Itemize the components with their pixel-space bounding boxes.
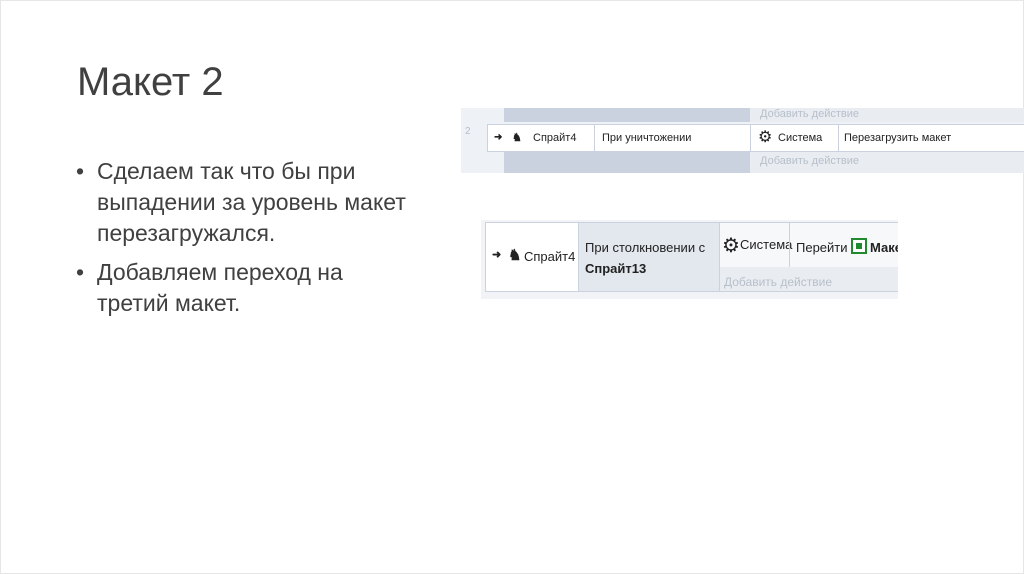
- action-target[interactable]: Макет: [870, 240, 898, 255]
- event-row[interactable]: ➜ ♞ Спрайт4 При столкновении с Спрайт13 …: [485, 222, 898, 292]
- column-divider: [838, 125, 839, 151]
- event-sheet-screenshot-1: Добавить действие 2 ➜ ♞ Спрайт4 При унич…: [461, 108, 1024, 173]
- add-action-link-top[interactable]: Добавить действие: [760, 108, 859, 120]
- event-band-bottom: [504, 152, 750, 173]
- bullet-dot: •: [76, 259, 85, 285]
- column-divider: [719, 223, 720, 291]
- slide-title: Макет 2: [77, 60, 224, 104]
- gear-icon: ⚙: [722, 235, 740, 257]
- sprite-icon: ♞: [508, 247, 522, 264]
- gear-icon: ⚙: [758, 129, 773, 146]
- bullet-item: • Добавляем переход на третий макет.: [76, 257, 416, 319]
- column-divider: [789, 223, 790, 267]
- object-name: Спрайт4: [533, 132, 577, 144]
- layout-icon: [851, 237, 867, 254]
- bullet-item: • Сделаем так что бы при выпадении за ур…: [76, 156, 416, 249]
- system-label: Система: [740, 237, 793, 252]
- column-divider: [578, 223, 579, 291]
- event-row-number: 2: [465, 126, 471, 137]
- action-prefix[interactable]: Перейти к: [796, 240, 857, 255]
- condition-text[interactable]: При уничтожении: [602, 125, 691, 151]
- bullet-text: Сделаем так что бы при выпадении за уров…: [97, 158, 406, 246]
- event-arrow-icon: ➜: [492, 249, 502, 261]
- column-divider: [750, 125, 751, 151]
- action-text[interactable]: Перезагрузить макет: [844, 125, 951, 151]
- add-action-link-bottom[interactable]: Добавить действие: [760, 155, 859, 167]
- condition-panel: [578, 223, 719, 291]
- event-arrow-icon: ➜: [494, 132, 503, 143]
- sprite-icon: ♞: [512, 132, 522, 144]
- bullet-text: Добавляем переход на третий макет.: [97, 259, 343, 316]
- condition-object[interactable]: Спрайт13: [585, 261, 646, 276]
- system-label: Система: [778, 132, 823, 144]
- event-row[interactable]: ➜ ♞ Спрайт4 При уничтожении ⚙ Система Пе…: [487, 124, 1024, 152]
- bullet-list: • Сделаем так что бы при выпадении за ур…: [76, 156, 416, 327]
- column-divider: [594, 125, 595, 151]
- event-sheet-screenshot-2: ➜ ♞ Спрайт4 При столкновении с Спрайт13 …: [481, 220, 898, 299]
- condition-text[interactable]: При столкновении с: [585, 240, 705, 255]
- object-name: Спрайт4: [524, 249, 576, 264]
- add-action-link[interactable]: Добавить действие: [724, 275, 832, 289]
- bullet-dot: •: [76, 158, 85, 184]
